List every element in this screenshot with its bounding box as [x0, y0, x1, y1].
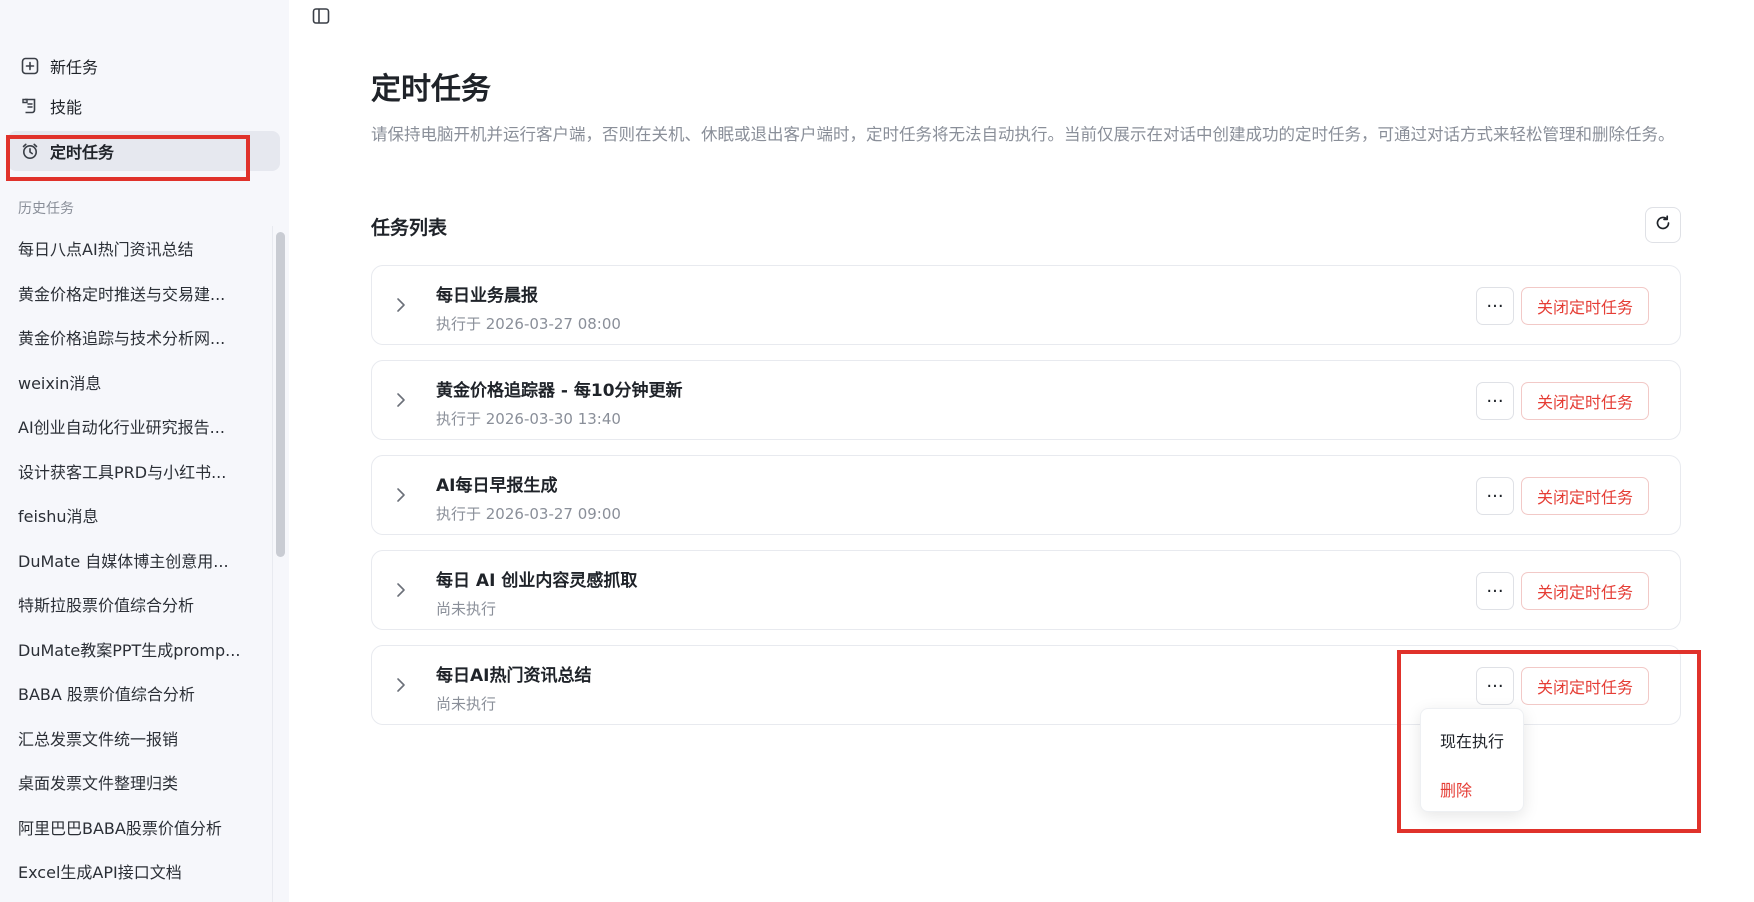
history-item[interactable]: 阿里巴巴BABA股票价值分析	[0, 805, 270, 850]
history-item[interactable]: DuMate教案PPT生成promp...	[0, 627, 270, 672]
history-item[interactable]: 桌面发票文件整理归类	[0, 760, 270, 805]
history-item[interactable]: AI创业自动化行业研究报告...	[0, 404, 270, 449]
more-options-menu: 现在执行 删除	[1420, 708, 1524, 812]
more-options-button[interactable]: ···	[1476, 572, 1514, 610]
close-schedule-button[interactable]: 关闭定时任务	[1521, 477, 1649, 515]
sidebar: 新任务 技能 定时任务 历史任务 每日八点AI热门资讯总结 黄金价格定时推送与交…	[0, 0, 289, 902]
expand-chevron-icon[interactable]	[390, 389, 412, 411]
task-status: 执行于 2026-03-30 13:40	[436, 410, 621, 428]
close-schedule-button[interactable]: 关闭定时任务	[1521, 287, 1649, 325]
nav-skills[interactable]: 技能	[8, 86, 280, 126]
history-item[interactable]: 汇总发票文件统一报销	[0, 716, 270, 761]
history-item[interactable]: 设计获客工具PRD与小红书...	[0, 449, 270, 494]
task-card: AI每日早报生成 执行于 2026-03-27 09:00 ··· 关闭定时任务	[371, 455, 1681, 535]
menu-item-delete[interactable]: 删除	[1440, 777, 1472, 801]
sidebar-toggle-icon[interactable]	[309, 4, 333, 28]
task-card: 每日业务晨报 执行于 2026-03-27 08:00 ··· 关闭定时任务	[371, 265, 1681, 345]
menu-item-run-now[interactable]: 现在执行	[1440, 728, 1504, 752]
task-status: 执行于 2026-03-27 08:00	[436, 315, 621, 333]
close-schedule-button[interactable]: 关闭定时任务	[1521, 667, 1649, 705]
refresh-button[interactable]	[1645, 207, 1681, 243]
history-item[interactable]: BABA 股票价值综合分析	[0, 671, 270, 716]
sidebar-scrollbar[interactable]	[272, 226, 286, 902]
history-item[interactable]: 黄金价格追踪与技术分析网...	[0, 315, 270, 360]
expand-chevron-icon[interactable]	[390, 674, 412, 696]
nav-scheduled-tasks[interactable]: 定时任务	[8, 131, 280, 171]
page-description: 请保持电脑开机并运行客户端，否则在关机、休眠或退出客户端时，定时任务将无法自动执…	[371, 125, 1675, 144]
more-options-button[interactable]: ···	[1476, 287, 1514, 325]
history-list: 每日八点AI热门资讯总结 黄金价格定时推送与交易建... 黄金价格追踪与技术分析…	[0, 226, 270, 894]
task-list: 每日业务晨报 执行于 2026-03-27 08:00 ··· 关闭定时任务 黄…	[371, 265, 1681, 740]
more-options-button[interactable]: ···	[1476, 667, 1514, 705]
task-name: 每日 AI 创业内容灵感抓取	[436, 571, 638, 591]
history-item[interactable]: DuMate 自媒体博主创意用...	[0, 538, 270, 583]
nav-new-task[interactable]: 新任务	[8, 46, 280, 86]
new-task-icon	[20, 56, 40, 76]
nav-scheduled-tasks-label: 定时任务	[50, 143, 115, 162]
nav-skills-label: 技能	[50, 98, 83, 117]
history-item[interactable]: feishu消息	[0, 493, 270, 538]
history-item[interactable]: weixin消息	[0, 360, 270, 405]
more-options-button[interactable]: ···	[1476, 382, 1514, 420]
expand-chevron-icon[interactable]	[390, 484, 412, 506]
sidebar-scrollbar-thumb[interactable]	[276, 232, 285, 557]
main-content: 定时任务 请保持电脑开机并运行客户端，否则在关机、休眠或退出客户端时，定时任务将…	[289, 0, 1754, 902]
close-schedule-button[interactable]: 关闭定时任务	[1521, 382, 1649, 420]
history-item[interactable]: 黄金价格定时推送与交易建...	[0, 271, 270, 316]
task-status: 尚未执行	[436, 695, 497, 713]
expand-chevron-icon[interactable]	[390, 579, 412, 601]
page-title: 定时任务	[371, 72, 491, 107]
task-name: 黄金价格追踪器 - 每10分钟更新	[436, 381, 683, 401]
history-item[interactable]: 每日八点AI热门资讯总结	[0, 226, 270, 271]
task-card: 每日 AI 创业内容灵感抓取 尚未执行 ··· 关闭定时任务	[371, 550, 1681, 630]
refresh-icon	[1654, 214, 1672, 236]
task-card: 黄金价格追踪器 - 每10分钟更新 执行于 2026-03-30 13:40 ·…	[371, 360, 1681, 440]
close-schedule-button[interactable]: 关闭定时任务	[1521, 572, 1649, 610]
task-name: 每日业务晨报	[436, 286, 538, 306]
history-item[interactable]: Excel生成API接口文档	[0, 849, 270, 894]
skill-icon	[20, 96, 40, 116]
task-name: 每日AI热门资讯总结	[436, 666, 592, 686]
history-item[interactable]: 特斯拉股票价值综合分析	[0, 582, 270, 627]
task-name: AI每日早报生成	[436, 476, 558, 496]
more-options-button[interactable]: ···	[1476, 477, 1514, 515]
alarm-clock-icon	[20, 141, 40, 161]
task-status: 尚未执行	[436, 600, 497, 618]
task-list-title: 任务列表	[371, 217, 448, 239]
nav-new-task-label: 新任务	[50, 58, 99, 77]
expand-chevron-icon[interactable]	[390, 294, 412, 316]
history-title: 历史任务	[18, 201, 74, 217]
task-status: 执行于 2026-03-27 09:00	[436, 505, 621, 523]
